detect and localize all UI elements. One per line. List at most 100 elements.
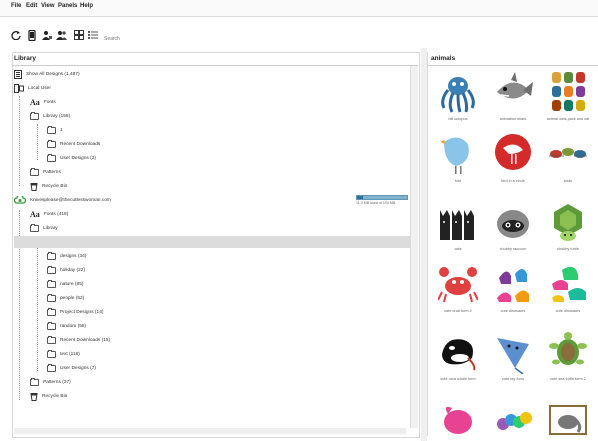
- tree-guide: [19, 96, 20, 186]
- design-tile-sea-turtle[interactable]: cute sea turtle form 2: [542, 330, 594, 392]
- tree-item-folder-random[interactable]: random (58): [47, 320, 86, 332]
- tree-item-folder-project-designs[interactable]: Project Designs (14): [47, 306, 103, 318]
- design-tile-bird-circle[interactable]: bird in a circle: [487, 132, 539, 194]
- design-caption: cats: [454, 247, 462, 251]
- menu-edit[interactable]: Edit: [26, 3, 37, 9]
- selected-tree-row[interactable]: [14, 236, 410, 248]
- folder-icon: [30, 223, 39, 232]
- bird-icon: [444, 406, 472, 434]
- tree-item-recent-downloads[interactable]: Recent Downloads: [47, 138, 100, 150]
- toolbar: Search: [0, 26, 598, 48]
- design-tile-birds[interactable]: birds: [542, 132, 594, 194]
- design-tile-turtle[interactable]: chubby turtle: [542, 200, 594, 262]
- menu-view[interactable]: View: [41, 3, 55, 9]
- birds-icon: [549, 148, 587, 158]
- tree-item-cloud-fonts[interactable]: Aa Fonts (418): [30, 208, 68, 220]
- tree-item-folder-designs[interactable]: designs (34): [47, 250, 86, 262]
- menu-panels[interactable]: Panels: [58, 3, 77, 9]
- folder-icon: [47, 265, 56, 274]
- tree-item-recycle-bin[interactable]: Recycle Bin: [30, 180, 67, 192]
- orca-icon: [442, 339, 476, 371]
- tree-item-cloud-library[interactable]: Library: [30, 222, 58, 234]
- bird-icon: [440, 137, 469, 174]
- octopus-icon: [441, 77, 475, 113]
- tree-item-folder-text[interactable]: text (118): [47, 348, 80, 360]
- list-view-icon[interactable]: [88, 30, 98, 40]
- design-caption: cute dinosaurs: [555, 309, 581, 313]
- design-tile[interactable]: [432, 400, 484, 436]
- folder-icon: [30, 377, 39, 386]
- folder-icon: [47, 321, 56, 330]
- design-caption: cute sea turtle form 2: [550, 377, 586, 381]
- dinosaurs-icon: [552, 266, 586, 302]
- tree-item-cloud-recycle-bin[interactable]: Recycle Bin: [30, 390, 67, 402]
- design-tile[interactable]: [542, 400, 594, 436]
- device-icon[interactable]: [28, 30, 36, 41]
- design-tile-shark[interactable]: animation shark: [487, 70, 539, 132]
- storage-bar-fill: [357, 196, 363, 199]
- tree-item-folder-holiday[interactable]: holiday (22): [47, 264, 85, 276]
- design-caption: bird: [454, 179, 462, 183]
- crab-icon: [438, 267, 478, 303]
- design-caption: animal owls pack and cat: [546, 117, 590, 121]
- storage-text: 11.3 MB used of 100 MB: [356, 201, 396, 205]
- computer-icon: [14, 83, 24, 93]
- design-tile-owls-cat[interactable]: animal owls pack and cat: [542, 70, 594, 132]
- tree-guide: [37, 124, 38, 160]
- tree-item-user-designs[interactable]: User Designs (3): [47, 152, 96, 164]
- tree-item-label: Recycle Bin: [42, 183, 68, 189]
- tree-item-fonts[interactable]: Aa Fonts: [30, 96, 56, 108]
- tree-item-label: Patterns (37): [43, 379, 71, 385]
- design-tile[interactable]: [487, 400, 539, 436]
- library-horizontal-scrollbar[interactable]: [14, 428, 406, 434]
- sync-icon[interactable]: [11, 30, 21, 40]
- tree-item-folder-recent-downloads[interactable]: Recent Downloads (15): [47, 334, 110, 346]
- tree-item-label: User Designs (7): [60, 365, 96, 371]
- tree-item-show-all[interactable]: Show All Designs (1,487): [14, 68, 80, 80]
- design-tile-dinosaurs[interactable]: cute dinosaurs: [487, 262, 539, 324]
- tree-item-label: holiday (22): [60, 267, 86, 273]
- folder-icon: [47, 349, 56, 358]
- caterpillar-icon: [497, 412, 532, 430]
- design-tile-octopus[interactable]: bill octopus: [432, 70, 484, 132]
- tree-item-folder-nature[interactable]: nature (85): [47, 278, 83, 290]
- folder-icon: [47, 307, 56, 316]
- menu-help[interactable]: Help: [80, 3, 93, 9]
- design-tile-dinosaurs-2[interactable]: cute dinosaurs: [542, 262, 594, 324]
- tree-item-label: Fonts: [43, 99, 56, 105]
- tree-item-label: Library (158): [43, 113, 71, 119]
- folder-icon: [30, 167, 39, 176]
- tree-item-folder[interactable]: 1: [47, 124, 63, 136]
- tree-item-patterns[interactable]: Patterns: [30, 166, 61, 178]
- tree-item-folder-user-designs[interactable]: User Designs (7): [47, 362, 96, 374]
- design-tile-ray[interactable]: cute ray form: [487, 330, 539, 392]
- tree-item-label: User Designs (3): [60, 155, 96, 161]
- design-tile-bird[interactable]: bird: [432, 132, 484, 194]
- font-icon: Aa: [30, 97, 40, 107]
- tree-guide: [37, 236, 38, 371]
- search-label[interactable]: Search: [104, 36, 120, 42]
- folder-icon: [30, 111, 39, 120]
- library-scrollbar[interactable]: [410, 66, 418, 428]
- cats-icon: [440, 210, 474, 240]
- menu-file[interactable]: File: [11, 3, 21, 9]
- elephant-frame-icon: [549, 405, 587, 435]
- raccoon-icon: [497, 210, 529, 238]
- tree-item-library[interactable]: Library (158): [30, 110, 70, 122]
- tree-item-cloud-account[interactable]: Knivesplease@thecutlesswoman.com: [14, 194, 111, 206]
- recycle-bin-icon: [30, 392, 38, 401]
- users-icon[interactable]: [56, 30, 67, 40]
- user-icon[interactable]: [42, 30, 52, 40]
- library-title: Library: [14, 55, 37, 62]
- tree-item-local-user[interactable]: Local User: [14, 82, 51, 94]
- design-tile-orca[interactable]: cute orca whale form: [432, 330, 484, 392]
- design-tile-crab[interactable]: cute crab form 2: [432, 262, 484, 324]
- tree-item-label: Knivesplease@thecutlesswoman.com: [30, 197, 111, 203]
- design-tile-raccoon[interactable]: chubby raccoon: [487, 200, 539, 262]
- tree-item-label: Recent Downloads: [60, 141, 101, 147]
- design-tile-cats[interactable]: cats: [432, 200, 484, 262]
- tree-item-folder-people[interactable]: people (52): [47, 292, 84, 304]
- grid-view-icon[interactable]: [74, 30, 84, 40]
- tree-item-cloud-patterns[interactable]: Patterns (37): [30, 376, 71, 388]
- bird-circle-icon: [495, 134, 531, 170]
